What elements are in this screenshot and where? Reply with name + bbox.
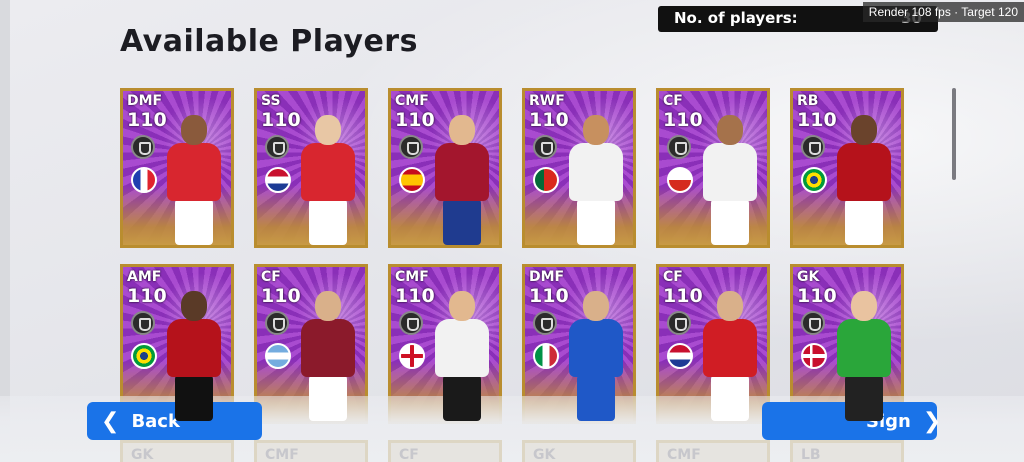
nation-flag-icon — [533, 167, 559, 193]
club-badge-icon — [801, 135, 825, 159]
player-image — [699, 115, 761, 245]
partial-card-position: LB — [790, 440, 904, 462]
fps-overlay: Render 108 fps · Target 120 — [862, 2, 1024, 22]
nation-flag-icon — [801, 167, 827, 193]
club-badge-icon — [533, 135, 557, 159]
club-badge-icon — [131, 135, 155, 159]
player-card[interactable]: CF 110 — [656, 88, 770, 248]
card-position: CMF — [395, 269, 429, 285]
card-position: CF — [663, 93, 683, 109]
club-badge-icon — [667, 135, 691, 159]
card-rating: 110 — [529, 109, 569, 131]
card-position: DMF — [127, 93, 163, 109]
player-image — [833, 291, 895, 421]
player-card[interactable]: DMF 110 — [120, 88, 234, 248]
card-position: RWF — [529, 93, 565, 109]
card-rating: 110 — [261, 109, 301, 131]
nation-flag-icon — [801, 343, 827, 369]
card-rating: 110 — [663, 109, 703, 131]
card-position: SS — [261, 93, 281, 109]
player-card[interactable]: RB 110 — [790, 88, 904, 248]
left-edge — [0, 0, 10, 462]
club-badge-icon — [265, 135, 289, 159]
card-rating: 110 — [797, 285, 837, 307]
card-rating: 110 — [797, 109, 837, 131]
club-badge-icon — [131, 311, 155, 335]
card-position: RB — [797, 93, 819, 109]
counter-label: No. of players: — [674, 9, 798, 27]
player-image — [833, 115, 895, 245]
card-rating: 110 — [663, 285, 703, 307]
partial-card-position: CMF — [254, 440, 368, 462]
player-card[interactable]: SS 110 — [254, 88, 368, 248]
nation-flag-icon — [533, 343, 559, 369]
card-rating: 110 — [395, 109, 435, 131]
club-badge-icon — [265, 311, 289, 335]
nation-flag-icon — [265, 167, 291, 193]
card-position: CF — [663, 269, 683, 285]
card-rating: 110 — [529, 285, 569, 307]
player-image — [163, 115, 225, 245]
player-image — [699, 291, 761, 421]
card-position: GK — [797, 269, 820, 285]
chevron-left-icon: ❮ — [101, 408, 120, 434]
nation-flag-icon — [265, 343, 291, 369]
player-image — [297, 115, 359, 245]
nation-flag-icon — [131, 167, 157, 193]
partial-card-position: GK — [120, 440, 234, 462]
nation-flag-icon — [131, 343, 157, 369]
scrollbar[interactable] — [952, 88, 956, 180]
player-card[interactable]: RWF 110 — [522, 88, 636, 248]
partial-card-position: CMF — [656, 440, 770, 462]
card-position: AMF — [127, 269, 162, 285]
club-badge-icon — [801, 311, 825, 335]
nation-flag-icon — [399, 167, 425, 193]
player-image — [431, 291, 493, 421]
page-title: Available Players — [120, 24, 418, 59]
chevron-right-icon: ❯ — [922, 408, 942, 434]
nation-flag-icon — [667, 343, 693, 369]
player-image — [431, 115, 493, 245]
player-image — [565, 291, 627, 421]
card-position: CMF — [395, 93, 429, 109]
nation-flag-icon — [667, 167, 693, 193]
club-badge-icon — [399, 135, 423, 159]
card-position: DMF — [529, 269, 565, 285]
card-rating: 110 — [261, 285, 301, 307]
club-badge-icon — [667, 311, 691, 335]
player-image — [163, 291, 225, 421]
player-card[interactable]: CMF 110 — [388, 88, 502, 248]
nation-flag-icon — [399, 343, 425, 369]
club-badge-icon — [399, 311, 423, 335]
club-badge-icon — [533, 311, 557, 335]
partial-card-position: GK — [522, 440, 636, 462]
card-rating: 110 — [395, 285, 435, 307]
player-image — [565, 115, 627, 245]
card-rating: 110 — [127, 109, 167, 131]
partial-card-position: CF — [388, 440, 502, 462]
card-rating: 110 — [127, 285, 167, 307]
player-image — [297, 291, 359, 421]
card-position: CF — [261, 269, 281, 285]
